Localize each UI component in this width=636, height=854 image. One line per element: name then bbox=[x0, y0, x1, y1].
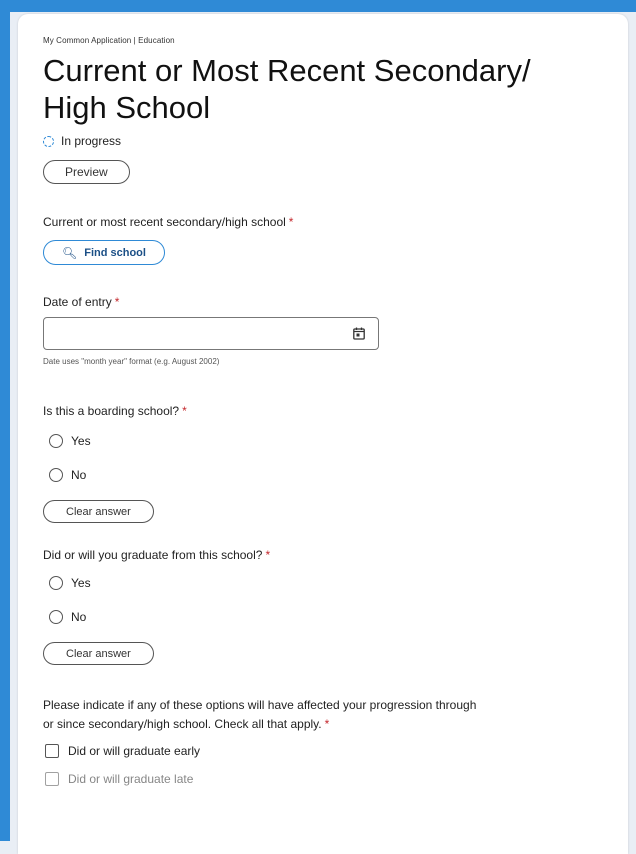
graduate-option-no[interactable]: No bbox=[43, 610, 613, 624]
preview-button[interactable]: Preview bbox=[43, 160, 130, 184]
radio-label: Yes bbox=[71, 434, 91, 448]
status-label: In progress bbox=[61, 134, 122, 148]
dashed-circle-icon bbox=[43, 135, 54, 147]
clear-answer-button[interactable]: Clear answer bbox=[43, 642, 154, 665]
checkbox[interactable] bbox=[45, 744, 59, 758]
required-marker: * bbox=[265, 548, 271, 562]
find-school-label: Find school bbox=[84, 246, 146, 259]
radio-label: No bbox=[71, 468, 87, 482]
school-field-label: Current or most recent secondary/high sc… bbox=[43, 215, 613, 229]
radio-label: Yes bbox=[71, 576, 91, 590]
school-label-text: Current or most recent secondary/high sc… bbox=[43, 215, 286, 229]
progression-question-label: Please indicate if any of these options … bbox=[43, 696, 483, 734]
progression-question-text: Please indicate if any of these options … bbox=[43, 698, 477, 731]
graduate-option-yes[interactable]: Yes bbox=[43, 576, 613, 590]
radio-label: No bbox=[71, 610, 87, 624]
status-indicator: In progress bbox=[43, 134, 613, 148]
form-content: My Common Application | Education Curren… bbox=[43, 36, 613, 786]
calendar-icon[interactable] bbox=[353, 327, 365, 340]
boarding-option-no[interactable]: No bbox=[43, 468, 613, 482]
boarding-question-text: Is this a boarding school? bbox=[43, 404, 180, 418]
graduate-early-option[interactable]: Did or will graduate early bbox=[43, 744, 613, 758]
date-label-text: Date of entry bbox=[43, 295, 112, 309]
graduate-question-label: Did or will you graduate from this schoo… bbox=[43, 548, 613, 562]
radio-button[interactable] bbox=[49, 468, 63, 482]
date-field-label: Date of entry * bbox=[43, 295, 613, 309]
graduate-question-text: Did or will you graduate from this schoo… bbox=[43, 548, 263, 562]
window-left-edge bbox=[0, 12, 10, 841]
page-title: Current or Most Recent Secondary/ High S… bbox=[43, 53, 531, 125]
checkbox[interactable] bbox=[45, 772, 59, 786]
date-of-entry-input[interactable] bbox=[43, 317, 379, 350]
boarding-question-label: Is this a boarding school? * bbox=[43, 404, 613, 418]
form-card: My Common Application | Education Curren… bbox=[18, 14, 628, 854]
checkbox-label: Did or will graduate late bbox=[68, 772, 194, 786]
required-marker: * bbox=[114, 295, 120, 309]
radio-button[interactable] bbox=[49, 610, 63, 624]
required-marker: * bbox=[288, 215, 294, 229]
window-top-bar bbox=[0, 0, 636, 12]
radio-button[interactable] bbox=[49, 434, 63, 448]
breadcrumb: My Common Application | Education bbox=[43, 36, 175, 45]
search-icon: 🔍︎ bbox=[62, 245, 78, 260]
required-marker: * bbox=[324, 717, 330, 731]
boarding-option-yes[interactable]: Yes bbox=[43, 434, 613, 448]
graduate-late-option[interactable]: Did or will graduate late bbox=[43, 772, 613, 786]
clear-answer-button[interactable]: Clear answer bbox=[43, 500, 154, 523]
radio-button[interactable] bbox=[49, 576, 63, 590]
find-school-button[interactable]: 🔍︎ Find school bbox=[43, 240, 165, 265]
checkbox-label: Did or will graduate early bbox=[68, 744, 201, 758]
required-marker: * bbox=[182, 404, 187, 418]
date-format-hint: Date uses "month year" format (e.g. Augu… bbox=[43, 357, 220, 366]
